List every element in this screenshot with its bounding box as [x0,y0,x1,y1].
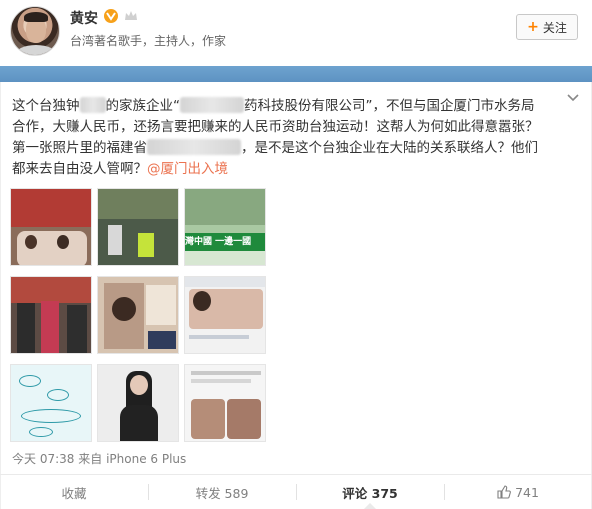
photo-thumbnail[interactable] [184,364,266,442]
source-prefix: 来自 [78,452,103,466]
post-text: 这个台独钟 的家族企业“ 药科技股份有限公司”，不但与国企厦门市水务局 合作，大赚人… [12,96,560,180]
post-header: 黄安 台湾著名歌手，主持人，作家 + 关注 [0,0,592,62]
avatar-shoulders [15,45,57,55]
redacted-block [147,139,241,155]
avatar-hair [24,12,48,22]
redacted-block [79,97,106,113]
mention-link[interactable]: @厦门出入境 [147,161,228,177]
post-text-segment: 合作，大赚人民币，还扬言要把赚来的人民币资助台独运动！这帮人为何如此得意嚣张？ [12,119,539,135]
comment-button[interactable]: 评论 375 [296,475,444,509]
user-description: 台湾著名歌手，主持人，作家 [70,34,227,48]
repost-button[interactable]: 转发 589 [148,475,296,509]
chevron-down-icon[interactable] [566,92,580,104]
post-text-segment: 都来去自由没人管啊？ [12,161,147,177]
plus-icon: + [527,19,539,35]
photo-thumbnail[interactable] [10,188,92,266]
post-text-segment: 这个台独钟 [12,98,80,114]
cover-banner [0,66,592,82]
like-button[interactable]: 741 [444,475,592,509]
thumbs-up-icon [497,485,511,499]
post-meta: 今天 07:38 来自 iPhone 6 Plus [12,450,186,467]
follow-button[interactable]: + 关注 [516,14,578,40]
photo-thumbnail[interactable] [10,276,92,354]
post-time[interactable]: 今天 07:38 [12,452,74,466]
photo-thumbnail[interactable] [97,364,179,442]
post-text-segment: 第一张照片里的福建省 [12,140,147,156]
follow-label: 关注 [542,20,567,35]
post-source: iPhone 6 Plus [106,452,187,466]
avatar[interactable] [10,6,60,56]
favorite-button[interactable]: 收藏 [0,475,148,509]
redacted-block [180,97,244,113]
post-text-segment: 药科技股份有限公司”，不但与国企厦门市水务局 [244,98,535,114]
photo-grid: 灣中國 一邊一國 [10,188,266,442]
photo-thumbnail[interactable]: 灣中國 一邊一國 [184,188,266,266]
repost-label: 转发 589 [195,485,249,501]
photo-thumbnail[interactable] [184,276,266,354]
photo-thumbnail[interactable] [97,276,179,354]
user-name[interactable]: 黄安 [70,8,98,28]
comment-label: 评论 375 [342,485,398,501]
like-count: 741 [515,484,539,500]
verified-icon [104,9,118,23]
action-bar: 收藏 转发 589 评论 375 741 [0,475,592,509]
post-text-segment: ，是不是这个台独企业在大陆的关系联络人？他们 [241,140,538,156]
photo-thumbnail[interactable] [10,364,92,442]
photo-thumbnail[interactable] [97,188,179,266]
crown-icon [125,11,137,20]
post-text-segment: 的家族企业“ [105,98,181,114]
favorite-label: 收藏 [61,485,87,501]
photo-banner-text: 灣中國 一邊一國 [185,233,265,251]
